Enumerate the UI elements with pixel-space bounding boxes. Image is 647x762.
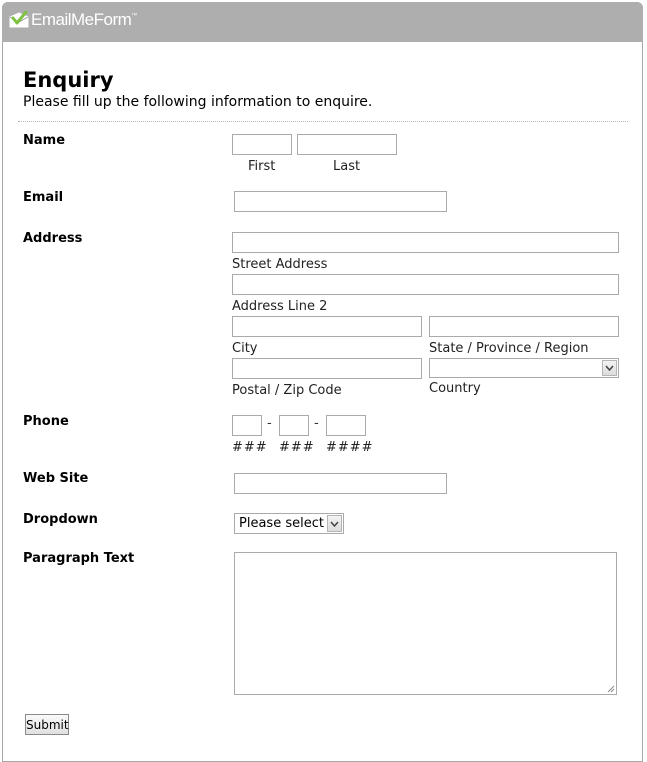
city-caption: City [232, 341, 258, 356]
email-field[interactable] [234, 191, 447, 212]
phone-area-hint: ### [232, 440, 268, 455]
postal-code-input[interactable] [232, 358, 422, 379]
resize-grip-icon[interactable] [607, 685, 615, 693]
phone-prefix-input[interactable] [279, 415, 309, 436]
brand-logo[interactable]: EmailMeForm™ [8, 10, 137, 30]
country-caption: Country [429, 381, 481, 396]
state-input[interactable] [429, 316, 619, 337]
email-label: Email [23, 190, 64, 205]
form-title: Enquiry [23, 68, 114, 92]
envelope-check-icon [9, 11, 29, 28]
last-name-caption: Last [333, 159, 361, 174]
submit-button[interactable]: Submit [25, 714, 69, 735]
dropdown-selected-value: Please select [239, 516, 324, 531]
address-line2-input[interactable] [232, 274, 619, 295]
city-input[interactable] [232, 316, 422, 337]
address-line2-caption: Address Line 2 [232, 299, 328, 314]
website-label: Web Site [23, 471, 89, 486]
phone-prefix-hint: ### [279, 440, 315, 455]
first-name-input[interactable] [232, 134, 292, 155]
country-select[interactable] [429, 358, 619, 378]
phone-separator: - [314, 416, 319, 431]
header-bar: EmailMeForm™ [2, 2, 643, 42]
first-name-caption: First [248, 159, 276, 174]
phone-separator: - [267, 416, 272, 431]
chevron-down-icon[interactable] [327, 515, 342, 532]
website-input[interactable] [234, 473, 447, 494]
dropdown-label: Dropdown [23, 512, 98, 527]
paragraph-textarea[interactable] [234, 552, 617, 695]
postal-code-caption: Postal / Zip Code [232, 383, 342, 398]
street-address-input[interactable] [232, 232, 619, 253]
header-divider [18, 121, 628, 122]
phone-label: Phone [23, 414, 69, 429]
state-caption: State / Province / Region [429, 341, 589, 356]
paragraph-label: Paragraph Text [23, 551, 135, 566]
brand-name: EmailMeForm™ [31, 10, 137, 29]
phone-area-input[interactable] [232, 415, 262, 436]
phone-line-input[interactable] [326, 415, 366, 436]
form-description: Please fill up the following information… [23, 94, 373, 110]
dropdown-select[interactable]: Please select [234, 513, 344, 534]
last-name-input[interactable] [297, 134, 397, 155]
address-label: Address [23, 231, 83, 246]
chevron-down-icon[interactable] [602, 360, 617, 376]
phone-line-hint: #### [326, 440, 374, 455]
street-address-caption: Street Address [232, 257, 328, 272]
name-label: Name [23, 133, 66, 148]
